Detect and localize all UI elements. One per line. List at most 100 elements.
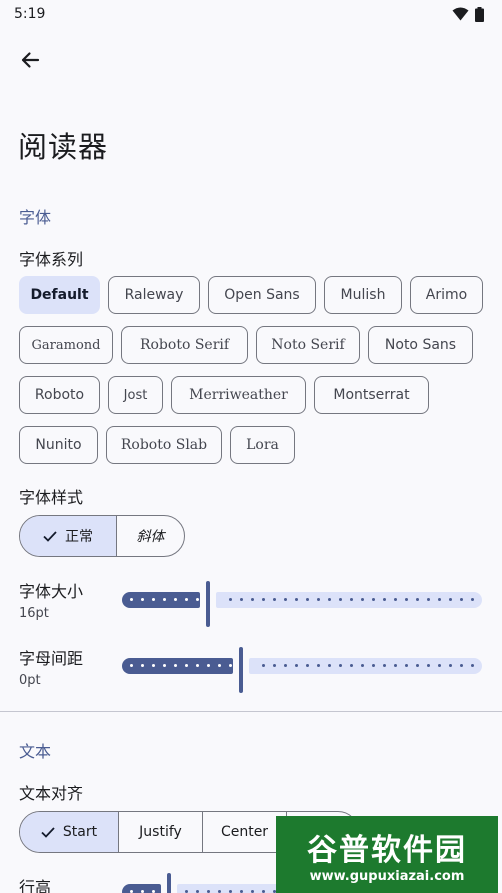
arrow-back-icon — [21, 52, 40, 68]
slider-thumb[interactable] — [167, 873, 171, 893]
slider-tick-dot — [317, 598, 320, 601]
slider-tick-dot — [207, 664, 210, 667]
watermark-logo: 谷普软件园 www.gupuxiazai.com — [276, 816, 498, 893]
align-center[interactable]: Center — [203, 812, 287, 852]
slider-active-track — [122, 658, 233, 674]
font-style-italic[interactable]: 斜体 — [117, 516, 184, 556]
slider-tick-dot — [229, 664, 232, 667]
slider-tick-dot — [163, 664, 166, 667]
slider-tick-dot — [295, 598, 298, 601]
font-chip-jost[interactable]: Jost — [108, 376, 163, 414]
slider-tick-dot — [471, 598, 474, 601]
font-style-label: 字体样式 — [19, 488, 84, 507]
slider-tick-dot — [328, 598, 331, 601]
slider-tick-dot — [383, 664, 386, 667]
align-justify-label: Justify — [139, 824, 182, 840]
slider-tick-dot — [394, 664, 397, 667]
font-chip-default[interactable]: Default — [19, 276, 100, 314]
slider-tick-dot — [152, 598, 155, 601]
slider-tick-dot — [273, 598, 276, 601]
slider-tick-dot — [405, 664, 408, 667]
letter-spacing-label: 字母间距 — [19, 649, 84, 668]
slider-tick-dot — [240, 598, 243, 601]
slider-tick-dot — [229, 598, 232, 601]
slider-tick-dot — [416, 598, 419, 601]
slider-tick-dot — [130, 664, 133, 667]
text-align-label: 文本对齐 — [19, 784, 84, 803]
slider-tick-dot — [196, 664, 199, 667]
back-button[interactable] — [12, 42, 48, 78]
align-center-label: Center — [220, 824, 269, 840]
font-chip-open-sans[interactable]: Open Sans — [208, 276, 316, 314]
font-style-normal[interactable]: 正常 — [20, 516, 117, 556]
font-chip-roboto-slab[interactable]: Roboto Slab — [106, 426, 222, 464]
section-divider — [0, 711, 502, 712]
slider-tick-dot — [141, 664, 144, 667]
font-chip-nunito[interactable]: Nunito — [19, 426, 98, 464]
slider-tick-dot — [405, 598, 408, 601]
line-height-label: 行高 — [19, 878, 52, 893]
slider-tick-dot — [130, 598, 133, 601]
font-chip-raleway[interactable]: Raleway — [108, 276, 200, 314]
slider-tick-dot — [339, 598, 342, 601]
status-time: 5:19 — [14, 6, 46, 22]
slider-inactive-track — [216, 592, 482, 608]
slider-tick-dot — [438, 598, 441, 601]
slider-tick-dot — [196, 598, 199, 601]
slider-tick-dot — [361, 664, 364, 667]
slider-tick-dot — [449, 598, 452, 601]
align-start[interactable]: Start — [20, 812, 119, 852]
font-chip-roboto-serif[interactable]: Roboto Serif — [121, 326, 248, 364]
slider-tick-dot — [416, 664, 419, 667]
font-chip-mulish[interactable]: Mulish — [324, 276, 402, 314]
slider-thumb[interactable] — [239, 647, 243, 693]
slider-thumb[interactable] — [206, 581, 210, 627]
slider-tick-dot — [350, 664, 353, 667]
slider-tick-dot — [185, 598, 188, 601]
slider-tick-dot — [339, 664, 342, 667]
font-chip-merriweather[interactable]: Merriweather — [171, 376, 306, 414]
slider-tick-dot — [460, 598, 463, 601]
font-size-slider[interactable] — [122, 581, 482, 627]
slider-tick-dot — [174, 664, 177, 667]
font-style-italic-label: 斜体 — [136, 529, 165, 545]
status-bar: 5:19 — [0, 0, 502, 28]
slider-tick-dot — [174, 598, 177, 601]
slider-tick-dot — [471, 664, 474, 667]
battery-icon — [475, 6, 484, 22]
slider-tick-dot — [427, 598, 430, 601]
font-chip-noto-sans[interactable]: Noto Sans — [368, 326, 473, 364]
slider-tick-dot — [394, 598, 397, 601]
slider-tick-dot — [372, 664, 375, 667]
section-title-font: 字体 — [19, 208, 52, 227]
letter-spacing-slider[interactable] — [122, 647, 482, 693]
font-size-value: 16pt — [19, 606, 49, 621]
watermark-text: 谷普软件园 — [307, 833, 467, 868]
slider-tick-dot — [449, 664, 452, 667]
font-chip-montserrat[interactable]: Montserrat — [314, 376, 429, 414]
slider-tick-dot — [284, 598, 287, 601]
slider-tick-dot — [251, 598, 254, 601]
letter-spacing-value: 0pt — [19, 673, 41, 688]
slider-tick-dot — [328, 664, 331, 667]
align-justify[interactable]: Justify — [119, 812, 203, 852]
font-chip-arimo[interactable]: Arimo — [410, 276, 483, 314]
slider-tick-dot — [152, 664, 155, 667]
slider-tick-dot — [438, 664, 441, 667]
slider-tick-dot — [460, 664, 463, 667]
font-chip-roboto[interactable]: Roboto — [19, 376, 100, 414]
slider-active-track — [122, 592, 200, 608]
slider-tick-dot — [284, 664, 287, 667]
font-style-normal-label: 正常 — [65, 529, 93, 545]
watermark-url: www.gupuxiazai.com — [309, 869, 465, 884]
font-chip-noto-serif[interactable]: Noto Serif — [256, 326, 360, 364]
page-title: 阅读器 — [18, 130, 109, 164]
align-start-label: Start — [62, 824, 98, 840]
wifi-icon — [452, 7, 469, 21]
section-title-text: 文本 — [19, 742, 52, 761]
slider-tick-dot — [273, 664, 276, 667]
check-icon — [41, 826, 55, 838]
font-chip-garamond[interactable]: Garamond — [19, 326, 113, 364]
font-chip-lora[interactable]: Lora — [230, 426, 295, 464]
slider-tick-dot — [361, 598, 364, 601]
